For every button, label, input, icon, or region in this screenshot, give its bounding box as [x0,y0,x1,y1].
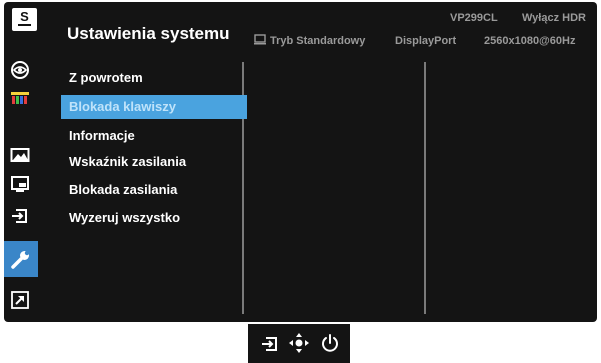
five-way-navigation-icon[interactable] [288,332,310,354]
resolution: 2560x1080@60Hz [484,35,576,47]
sidebar-item-color[interactable] [4,84,38,111]
input-source: DisplayPort [395,35,457,47]
sidebar-item-input-select[interactable] [4,202,38,229]
menu-item-information[interactable]: Informacje [61,124,247,148]
sidebar-item-eye-care[interactable] [4,56,38,83]
power-icon[interactable] [320,333,340,353]
pip-icon [11,176,29,192]
sidebar-item-image[interactable] [4,141,38,168]
menu-item-key-lock[interactable]: Blokada klawiszy [61,95,247,119]
menu-item-back[interactable]: Z powrotem [61,66,247,90]
key-guide-bar [248,324,350,363]
input-select-icon [12,209,27,223]
sidebar-item-shortcut[interactable] [4,286,38,313]
model-name: VP299CL [450,12,498,24]
display-mode: Tryb Standardowy [270,35,366,47]
monitor-icon [254,34,266,45]
page-title: Ustawienia systemu [67,24,230,43]
sidebar-item-pip[interactable] [4,170,38,197]
image-icon [10,148,30,162]
shortcut-icon [11,291,29,309]
eye-care-icon [11,61,29,79]
logo-letter: S [20,9,29,24]
input-select-icon[interactable] [260,334,280,354]
system-logo-icon: S [12,8,37,31]
wrench-icon [11,250,30,269]
menu-item-power-indicator[interactable]: Wskaźnik zasilania [61,150,247,174]
sidebar-item-system-setup[interactable] [4,241,38,277]
color-icon [11,92,29,104]
osd-menu: S Ustawienia systemu VP299CL Wyłącz HDR … [4,2,597,322]
hdr-status: Wyłącz HDR [522,12,586,24]
menu-item-reset-all[interactable]: Wyzeruj wszystko [61,206,247,230]
column-divider [424,62,426,314]
menu-item-power-key-lock[interactable]: Blokada zasilania [61,178,247,202]
